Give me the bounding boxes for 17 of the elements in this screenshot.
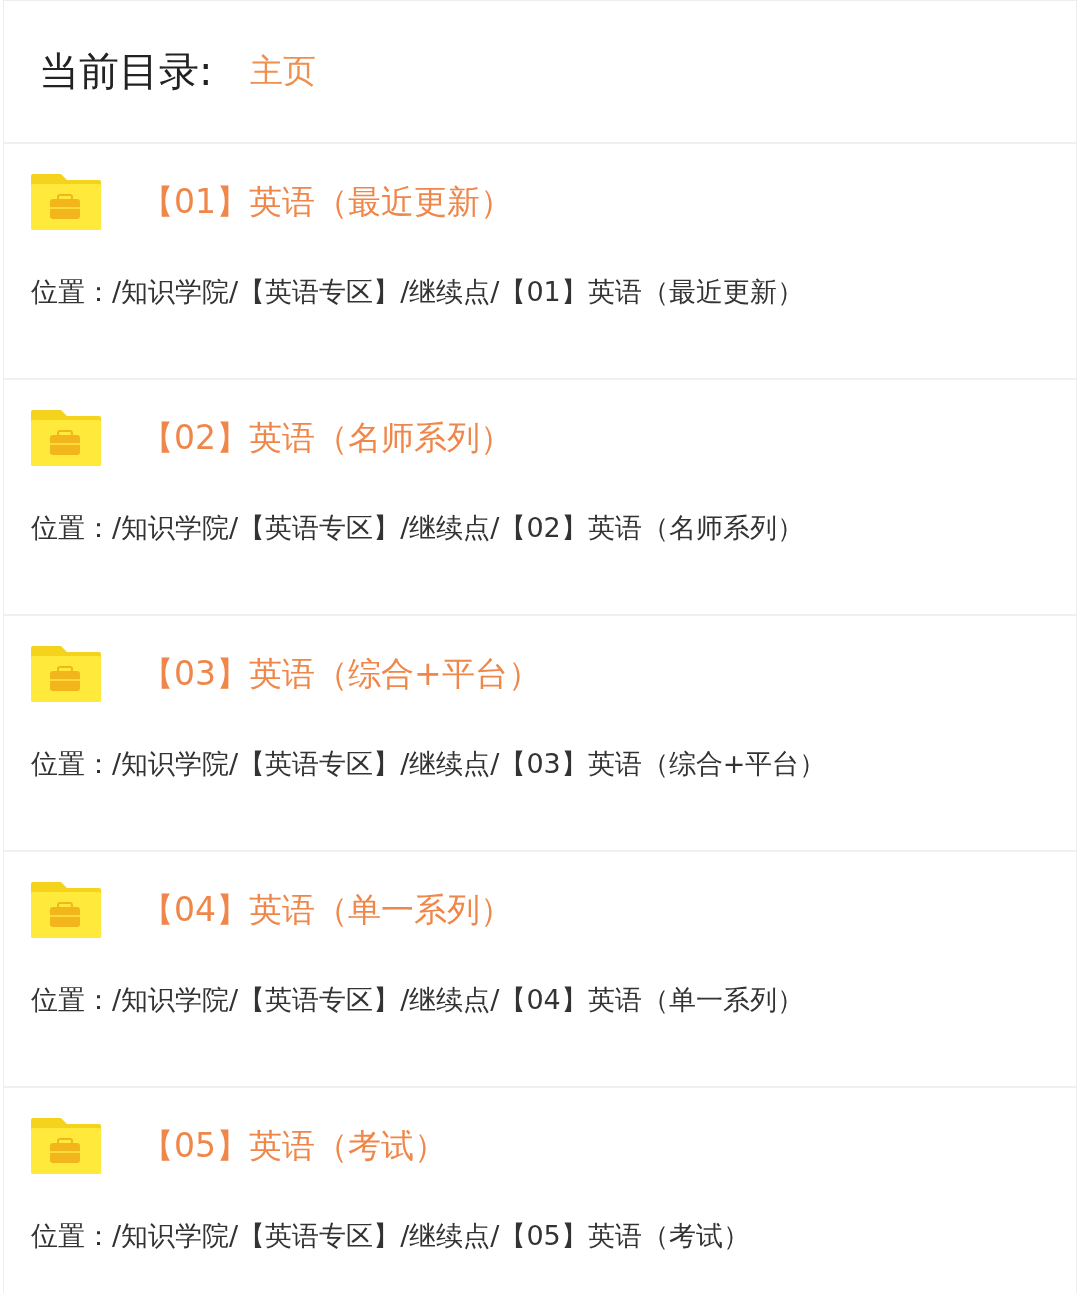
folder-path: 位置：/知识学院/【英语专区】/继续点/【04】英语（单一系列）	[31, 983, 805, 1017]
folder-icon	[31, 1118, 101, 1174]
folder-icon	[31, 174, 101, 230]
folder-title[interactable]: 【02】英语（名师系列）	[141, 415, 513, 461]
folder-title[interactable]: 【05】英语（考试）	[141, 1123, 447, 1169]
directory-label: 当前目录:	[39, 47, 213, 96]
folder-path: 位置：/知识学院/【英语专区】/继续点/【02】英语（名师系列）	[31, 511, 805, 545]
folder-title[interactable]: 【01】英语（最近更新）	[141, 179, 513, 225]
current-directory: 主页	[250, 50, 317, 92]
folder-title[interactable]: 【03】英语（综合+平台）	[141, 651, 541, 697]
folder-icon	[31, 410, 101, 466]
folder-path: 位置：/知识学院/【英语专区】/继续点/【05】英语（考试）	[31, 1219, 751, 1253]
folder-path: 位置：/知识学院/【英语专区】/继续点/【03】英语（综合+平台）	[31, 747, 828, 781]
folder-icon	[31, 882, 101, 938]
folder-path: 位置：/知识学院/【英语专区】/继续点/【01】英语（最近更新）	[31, 275, 805, 309]
folder-icon	[31, 646, 101, 702]
folder-title[interactable]: 【04】英语（单一系列）	[141, 887, 513, 933]
